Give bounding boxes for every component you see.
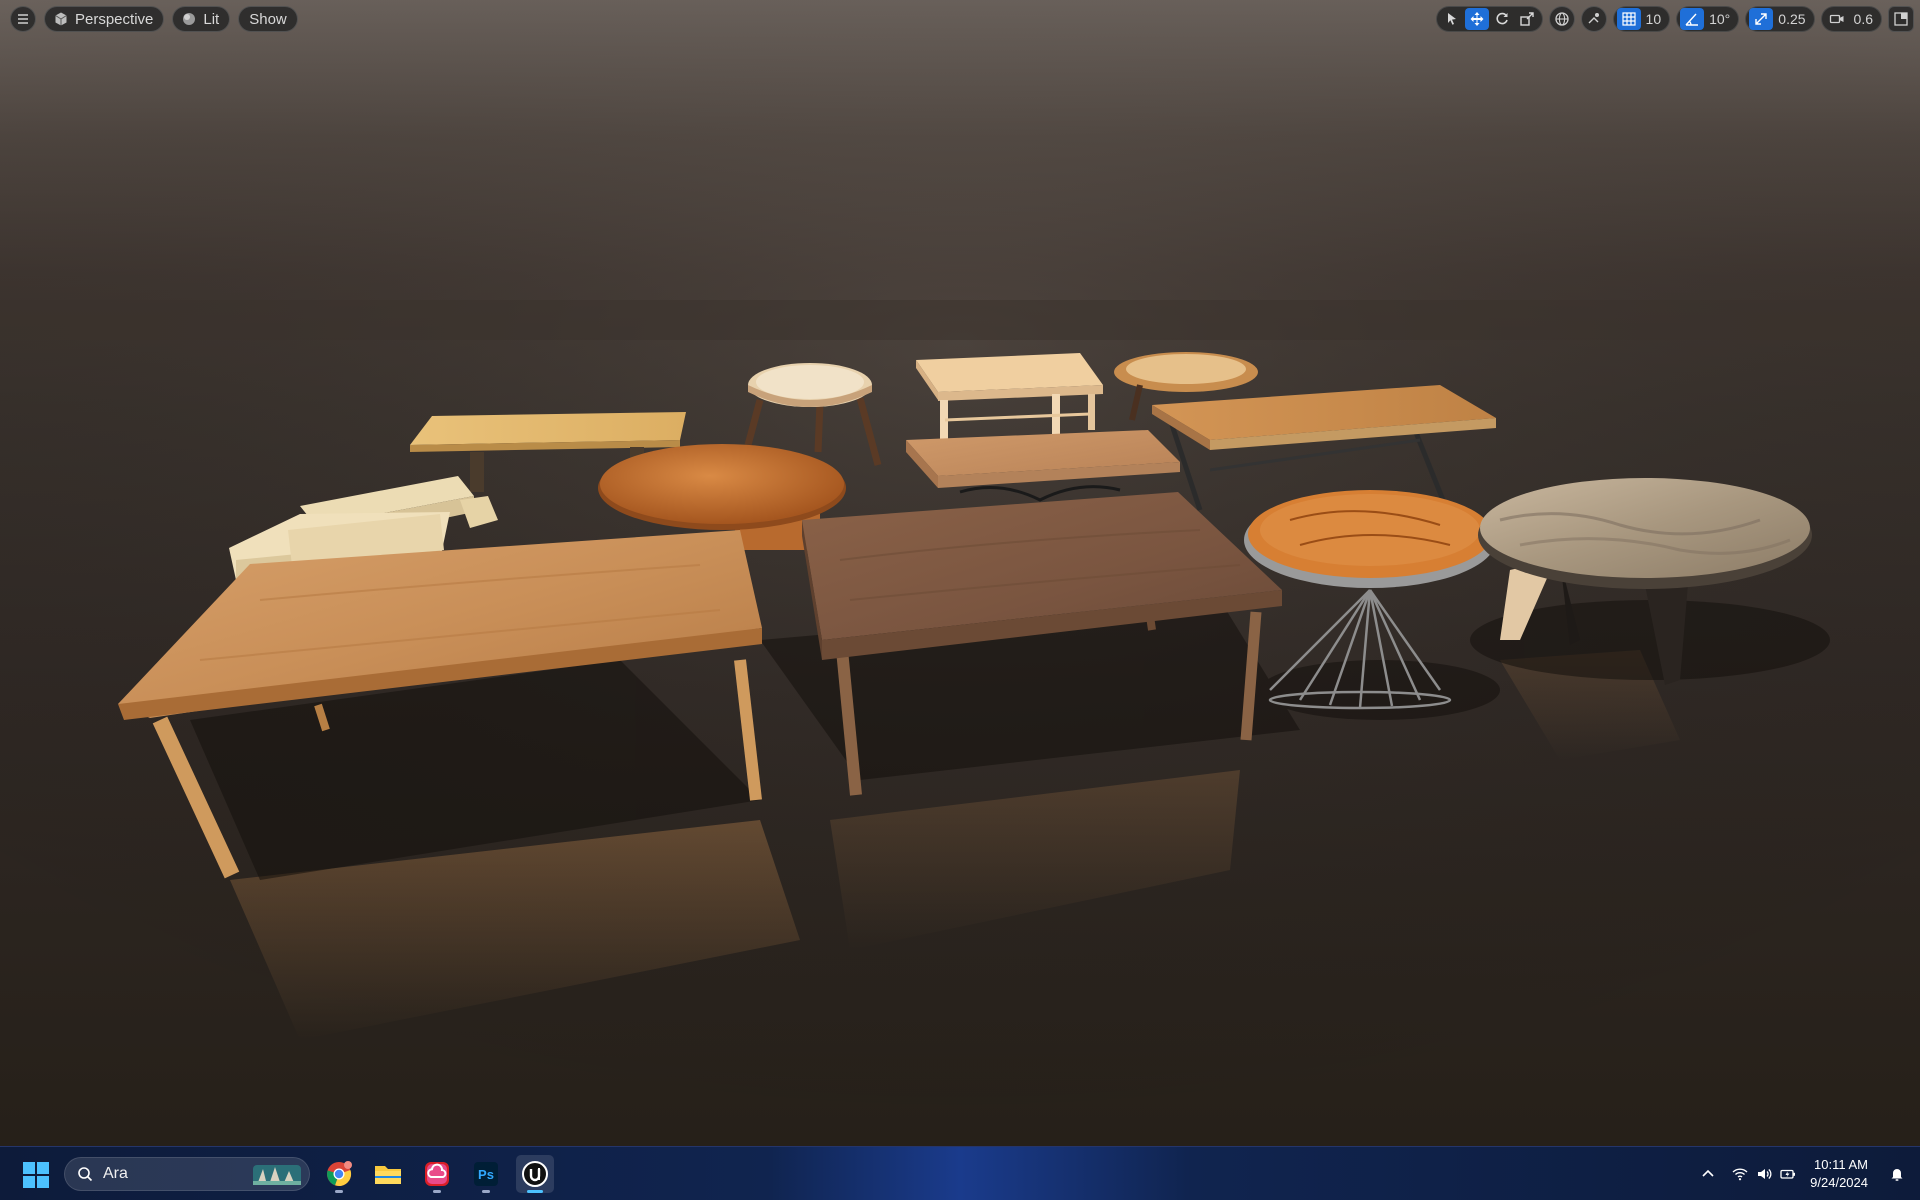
perspective-label: Perspective xyxy=(75,10,154,28)
windows-start-icon[interactable] xyxy=(22,1161,50,1189)
taskbar-chrome[interactable] xyxy=(320,1155,358,1193)
photoshop-running-indicator xyxy=(482,1190,490,1193)
show-hidden-icons-button[interactable] xyxy=(1690,1166,1726,1182)
scale-icon xyxy=(1519,12,1534,26)
transform-tools xyxy=(1435,6,1543,32)
rotation-snap-toggle[interactable] xyxy=(1680,8,1705,30)
video-camera-icon xyxy=(1829,14,1844,24)
system-tray: 10:11 AM 9/24/2024 xyxy=(1690,1147,1920,1200)
unreal-engine-icon xyxy=(522,1161,548,1187)
camera-speed-group[interactable]: 0.6 xyxy=(1820,6,1882,32)
move-arrows-icon xyxy=(1470,12,1484,26)
lit-button[interactable]: Lit xyxy=(172,6,231,32)
folder-icon xyxy=(375,1166,401,1184)
unreal-active-indicator xyxy=(527,1190,543,1193)
viewport-menu-button[interactable] xyxy=(10,6,36,32)
taskbar-photoshop[interactable]: Ps xyxy=(467,1155,505,1193)
translate-tool-button[interactable] xyxy=(1464,8,1489,30)
photoshop-icon: Ps xyxy=(474,1162,498,1186)
clock-time: 10:11 AM xyxy=(1814,1157,1868,1172)
scale-tool-button[interactable] xyxy=(1515,8,1539,30)
hamburger-icon xyxy=(18,14,28,24)
scene-3d-tables[interactable] xyxy=(0,0,1920,1146)
taskbar-clock[interactable]: 10:11 AM 9/24/2024 xyxy=(1810,1156,1868,1192)
search-text: Ara xyxy=(103,1165,128,1182)
viewport-toolbar-left: Perspective Lit Show xyxy=(10,6,298,32)
chrome-icon xyxy=(327,1161,352,1187)
world-local-toggle[interactable] xyxy=(1548,6,1575,32)
camera-speed-value: 0.6 xyxy=(1853,11,1873,27)
viewport-toolbar-right: 10 10° 0.25 0.6 xyxy=(1435,6,1914,32)
globe-icon xyxy=(1554,12,1569,26)
search-icon xyxy=(78,1167,93,1182)
surface-snap-button[interactable] xyxy=(1580,6,1607,32)
maximize-icon xyxy=(1894,12,1908,26)
bell-icon xyxy=(1891,1169,1903,1181)
lit-label: Lit xyxy=(203,10,220,28)
svg-text:Ps: Ps xyxy=(478,1167,494,1182)
cube-icon xyxy=(55,12,67,26)
rotate-tool-button[interactable] xyxy=(1490,8,1514,30)
search-highlight-image xyxy=(253,1165,301,1185)
grid-snap-value[interactable]: 10 xyxy=(1642,11,1667,27)
battery-icon xyxy=(1780,1169,1796,1179)
show-label: Show xyxy=(249,10,287,28)
wifi-icon xyxy=(1732,1168,1748,1181)
taskbar-search-box[interactable]: Ara xyxy=(64,1157,310,1191)
grid-snap-group: 10 xyxy=(1612,6,1671,32)
creative-cloud-icon xyxy=(425,1162,449,1186)
camera-speed-button[interactable] xyxy=(1825,8,1849,30)
cursor-arrow-icon xyxy=(1447,13,1456,25)
scale-snap-group: 0.25 xyxy=(1745,6,1815,32)
rotation-snap-value[interactable]: 10° xyxy=(1705,11,1735,27)
chrome-running-indicator xyxy=(335,1190,343,1193)
surface-snap-icon xyxy=(1588,13,1599,24)
windows-taskbar: Ara Ps 10:11 AM 9/24/2024 xyxy=(0,1146,1920,1200)
perspective-button[interactable]: Perspective xyxy=(44,6,165,32)
maximize-viewport-button[interactable] xyxy=(1888,6,1914,32)
scale-arrow-icon xyxy=(1755,13,1767,25)
creative-cloud-running-indicator xyxy=(433,1190,441,1193)
taskbar-unreal-engine[interactable] xyxy=(516,1155,554,1193)
rotate-icon xyxy=(1495,12,1508,25)
tray-status-icons[interactable] xyxy=(1732,1166,1796,1182)
grid-snap-toggle[interactable] xyxy=(1616,8,1641,30)
editor-viewport[interactable]: Perspective Lit Show 10 10° 0.25 0.6 xyxy=(0,0,1920,1146)
angle-icon xyxy=(1685,13,1699,26)
show-button[interactable]: Show xyxy=(238,6,298,32)
scale-snap-toggle[interactable] xyxy=(1749,8,1774,30)
clock-date: 9/24/2024 xyxy=(1810,1175,1868,1190)
grid-icon xyxy=(1621,12,1636,26)
volume-icon xyxy=(1758,1169,1772,1179)
notifications-button[interactable] xyxy=(1880,1166,1914,1182)
select-tool-button[interactable] xyxy=(1440,8,1464,30)
taskbar-creative-cloud[interactable] xyxy=(418,1155,456,1193)
chevron-up-icon xyxy=(1702,1169,1714,1177)
taskbar-file-explorer[interactable] xyxy=(369,1155,407,1193)
scale-snap-value[interactable]: 0.25 xyxy=(1774,11,1810,27)
sphere-icon xyxy=(183,13,196,25)
rotation-snap-group: 10° xyxy=(1676,6,1740,32)
